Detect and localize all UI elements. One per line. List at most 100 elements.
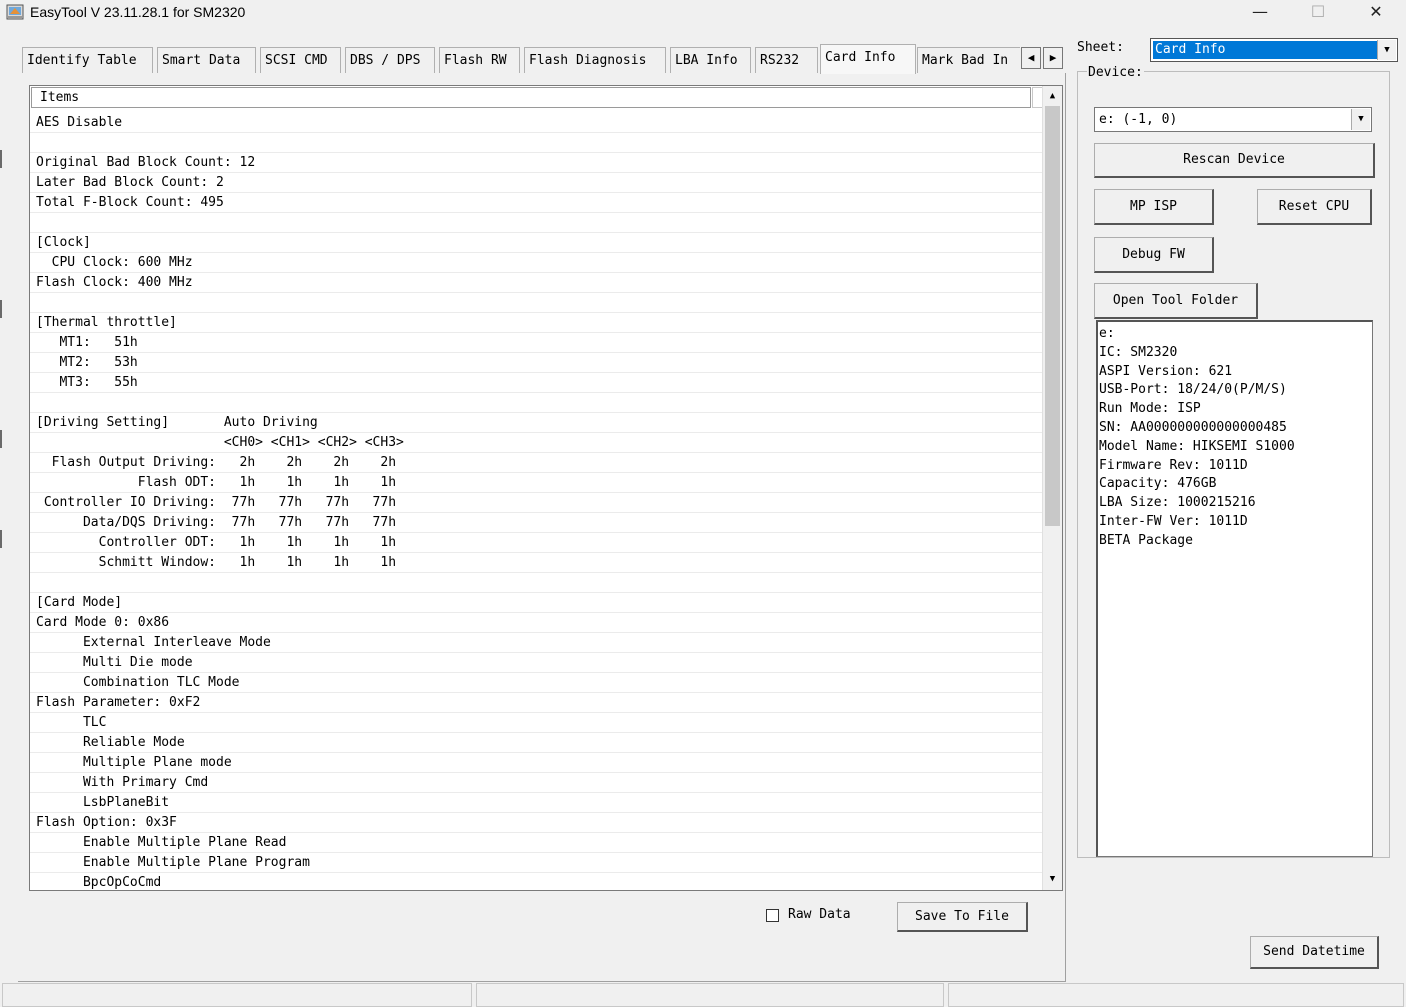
device-info-line: e: [1099,326,1115,341]
device-info-line: Run Mode: ISP [1099,401,1201,417]
tab-scsi-cmd[interactable]: SCSI CMD [260,47,341,73]
app-icon [6,4,24,20]
window-edge-mark [0,300,2,318]
list-item[interactable]: Original Bad Block Count: 12 [30,153,1042,173]
device-info-line: ASPI Version: 621 [1099,363,1233,379]
list-item[interactable] [30,293,1042,313]
list-item[interactable]: Enable Multiple Plane Program [30,853,1042,873]
device-info-lines: e: IC: SM2320 ASPI Version: 621 USB-Port: 1… [1099,325,1372,551]
list-item[interactable]: Flash Option: 0x3F [30,813,1042,833]
list-item[interactable]: CPU Clock: 600 MHz [30,253,1042,273]
window-edge-mark [0,430,2,448]
tab-rs232[interactable]: RS232 [755,47,818,73]
chevron-down-icon[interactable]: ▼ [1377,40,1396,60]
device-info-line: Inter-FW Ver: 1011D [1099,513,1248,529]
list-item[interactable]: MT2: 53h [30,353,1042,373]
list-item[interactable]: Total F-Block Count: 495 [30,193,1042,213]
tab-smart-data[interactable]: Smart Data [157,47,256,73]
list-item[interactable]: Flash ODT: 1h 1h 1h 1h [30,473,1042,493]
window-title: EasyTool V 23.11.28.1 for SM2320 [30,4,246,20]
device-info-line: IC: SM2320 [1099,344,1178,360]
open-tool-folder-button[interactable]: Open Tool Folder [1094,283,1258,319]
scroll-up-arrow-icon[interactable]: ▲ [1044,88,1061,105]
list-item[interactable]: Controller ODT: 1h 1h 1h 1h [30,533,1042,553]
list-item[interactable]: With Primary Cmd [30,773,1042,793]
window-edge-mark [0,150,2,168]
device-info-line: Capacity: 476GB [1099,476,1217,492]
device-info-line: Model Name: HIKSEMI S1000 [1099,438,1295,454]
tab-mark-bad-info[interactable]: Mark Bad In [917,47,1020,73]
scroll-down-arrow-icon[interactable]: ▼ [1044,871,1061,888]
list-item[interactable]: Reliable Mode [30,733,1042,753]
list-item[interactable]: LsbPlaneBit [30,793,1042,813]
debug-fw-button[interactable]: Debug FW [1094,237,1214,273]
list-item[interactable]: [Clock] [30,233,1042,253]
items-column-header[interactable]: Items [31,87,1031,108]
sheet-label: Sheet: [1077,40,1124,55]
device-label: Device: [1087,65,1144,80]
tab-identify-table[interactable]: Identify Table [22,47,153,73]
status-segment-2 [476,983,944,1007]
list-item[interactable]: Multiple Plane mode [30,753,1042,773]
list-item[interactable]: Combination TLC Mode [30,673,1042,693]
list-item[interactable]: Controller IO Driving: 77h 77h 77h 77h [30,493,1042,513]
close-button[interactable]: ✕ [1348,0,1404,26]
list-item[interactable]: Flash Clock: 400 MHz [30,273,1042,293]
list-item[interactable]: Schmitt Window: 1h 1h 1h 1h [30,553,1042,573]
device-info-line: BETA Package [1099,532,1193,548]
list-item[interactable]: [Thermal throttle] [30,313,1042,333]
scroll-thumb[interactable] [1045,106,1060,526]
device-info-line: LBA Size: 1000215216 [1099,495,1256,511]
items-rows: AES Disable Original Bad Block Count: 12 L… [30,113,1042,890]
list-item[interactable]: AES Disable [30,113,1042,133]
save-to-file-button[interactable]: Save To File [897,902,1028,932]
tab-flash-rw[interactable]: Flash RW [439,47,520,73]
tab-scroll-right-icon[interactable]: ▶ [1043,47,1063,69]
mp-isp-button[interactable]: MP ISP [1094,189,1214,225]
window-edge-mark [0,530,2,548]
tab-dbs-dps[interactable]: DBS / DPS [345,47,435,73]
device-select[interactable]: e: (-1, 0) ▼ [1094,107,1372,132]
list-item[interactable]: [Card Mode] [30,593,1042,613]
title-bar: EasyTool V 23.11.28.1 for SM2320 — ☐ ✕ [0,0,1406,26]
raw-data-checkbox[interactable] [766,909,779,922]
raw-data-label[interactable]: Raw Data [788,907,851,922]
items-vertical-scrollbar[interactable]: ▲ ▼ [1042,86,1062,890]
list-item[interactable]: MT3: 55h [30,373,1042,393]
list-item[interactable] [30,573,1042,593]
reset-cpu-button[interactable]: Reset CPU [1257,189,1372,225]
status-segment-3 [948,983,1404,1007]
maximize-button[interactable]: ☐ [1290,0,1346,26]
list-item[interactable]: Flash Parameter: 0xF2 [30,693,1042,713]
tab-lba-info[interactable]: LBA Info [670,47,751,73]
list-item[interactable] [30,393,1042,413]
send-datetime-button[interactable]: Send Datetime [1250,936,1379,969]
minimize-button[interactable]: — [1232,0,1288,26]
list-item[interactable]: Flash Output Driving: 2h 2h 2h 2h [30,453,1042,473]
sheet-select[interactable]: Card Info ▼ [1150,38,1398,62]
tab-flash-diagnosis[interactable]: Flash Diagnosis [524,47,666,73]
list-item[interactable]: External Interleave Mode [30,633,1042,653]
tab-card-info[interactable]: Card Info [820,44,916,74]
list-item[interactable]: BpcOpCoCmd [30,873,1042,890]
device-info-line: SN: AA000000000000000485 [1099,419,1287,435]
list-item[interactable]: [Driving Setting] Auto Driving [30,413,1042,433]
device-info-line: Firmware Rev: 1011D [1099,457,1248,473]
list-item[interactable]: Data/DQS Driving: 77h 77h 77h 77h [30,513,1042,533]
device-info-box: e: IC: SM2320 ASPI Version: 621 USB-Port: 1… [1096,320,1373,857]
list-item[interactable] [30,133,1042,153]
list-item[interactable]: Enable Multiple Plane Read [30,833,1042,853]
chevron-down-icon[interactable]: ▼ [1351,109,1370,130]
list-item[interactable]: Later Bad Block Count: 2 [30,173,1042,193]
list-item[interactable] [30,213,1042,233]
list-item[interactable]: Multi Die mode [30,653,1042,673]
list-item[interactable]: MT1: 51h [30,333,1042,353]
list-item[interactable]: TLC [30,713,1042,733]
tab-scroll-left-icon[interactable]: ◀ [1021,47,1041,69]
rescan-device-button[interactable]: Rescan Device [1094,143,1375,178]
list-item[interactable]: Card Mode 0: 0x86 [30,613,1042,633]
sheet-selected-value: Card Info [1153,41,1377,59]
items-list[interactable]: Items AES Disable Original Bad Block Coun… [29,85,1063,891]
device-selected-value: e: (-1, 0) [1099,112,1178,127]
list-item[interactable]: <CH0> <CH1> <CH2> <CH3> [30,433,1042,453]
